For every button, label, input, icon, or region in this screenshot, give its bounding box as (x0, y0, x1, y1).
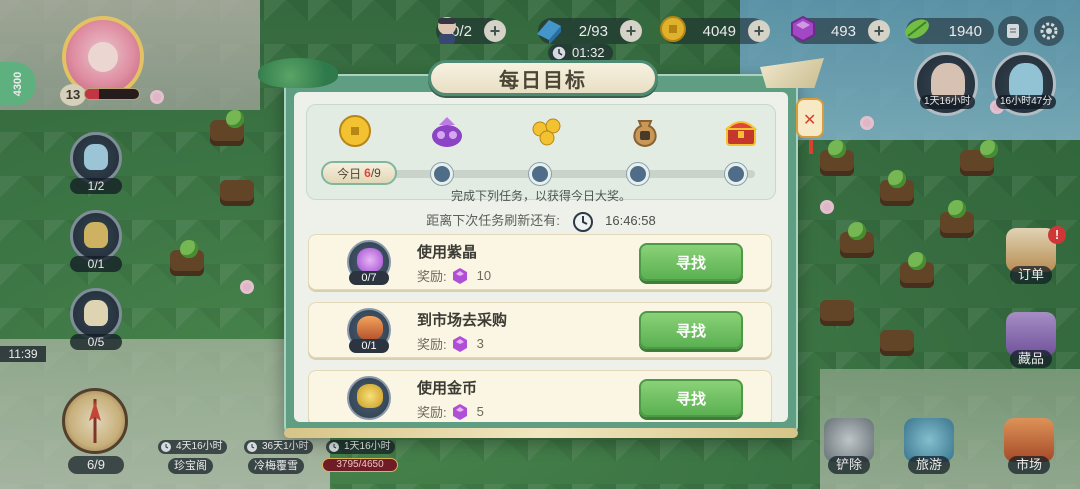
close-icon: ✕ (803, 112, 817, 129)
today-total: /9 (370, 166, 381, 180)
amethyst-icon (357, 248, 383, 272)
task-row: 使用金币 奖励: 5 寻找 (308, 370, 772, 422)
refresh-time: 16:46:58 (605, 213, 656, 228)
milestone-node (431, 163, 453, 185)
close-lantern-button[interactable]: ✕ (796, 98, 824, 154)
reward-amount: 5 (476, 404, 484, 419)
refresh-countdown: 距离下次任务刷新还有: 16:46:58 (294, 210, 788, 233)
refresh-label: 距离下次任务刷新还有: (426, 213, 560, 228)
reward-label: 奖励: (417, 405, 447, 420)
purple-gem-icon (452, 267, 467, 284)
clock-icon (572, 211, 593, 232)
progress-hint: 完成下列任务，以获得今日大奖。 (450, 189, 631, 203)
task-count: 0/7 (349, 271, 389, 285)
task-reward: 奖励: 5 (417, 402, 484, 421)
milestone-node (725, 163, 747, 185)
find-button[interactable]: 寻找 (639, 379, 743, 417)
daily-progress-card: 今日 6/9 完成下列任务，以获得今日大奖。 (306, 104, 776, 203)
task-reward: 奖励: 10 (417, 266, 491, 285)
gold-coin-icon (357, 384, 383, 408)
task-list[interactable]: 0/7 使用紫晶 奖励: 10 寻找 0/1 到市场去采购 奖励: 3 寻找 使… (304, 232, 778, 422)
reward-amount: 10 (476, 268, 492, 283)
task-name: 到市场去采购 (417, 312, 508, 329)
reward-label: 奖励: (417, 269, 447, 284)
purple-gem-icon (452, 403, 467, 420)
task-row: 0/1 到市场去采购 奖励: 3 寻找 (308, 302, 772, 358)
purple-gem-icon (452, 335, 467, 352)
milestone-node (627, 163, 649, 185)
market-stall-icon (357, 316, 383, 340)
lantern-tassel (809, 140, 813, 154)
task-icon (347, 376, 391, 420)
leaf-decoration (258, 58, 338, 88)
dialog-title: 每日目标 (428, 60, 658, 96)
treasure-chest-reward-icon[interactable] (721, 111, 761, 151)
gem-pouch-reward-icon[interactable] (427, 111, 467, 151)
coin-pile-reward-icon[interactable] (527, 111, 567, 151)
task-name: 使用金币 (417, 380, 478, 397)
daily-goals-dialog: 今日 6/9 完成下列任务，以获得今日大奖。 距离下次任务刷新还有: 16:46… (284, 74, 798, 436)
find-button[interactable]: 寻找 (639, 243, 743, 281)
task-name: 使用紫晶 (417, 244, 478, 261)
task-row: 0/7 使用紫晶 奖励: 10 寻找 (308, 234, 772, 290)
money-bag-reward-icon[interactable] (625, 111, 665, 151)
reward-label: 奖励: (417, 337, 447, 352)
task-reward: 奖励: 3 (417, 334, 484, 353)
today-done-count: 6 (364, 166, 371, 180)
today-progress-pill: 今日 6/9 (321, 161, 397, 185)
reward-amount: 3 (476, 336, 484, 351)
milestone-node (529, 163, 551, 185)
find-button[interactable]: 寻找 (639, 311, 743, 349)
today-label: 今日 (337, 166, 362, 181)
task-count: 0/1 (349, 339, 389, 353)
dialog-body: 今日 6/9 完成下列任务，以获得今日大奖。 距离下次任务刷新还有: 16:46… (294, 92, 788, 422)
dialog-bottom-trim (284, 428, 798, 438)
gold-coin-reward-icon[interactable] (335, 111, 375, 151)
